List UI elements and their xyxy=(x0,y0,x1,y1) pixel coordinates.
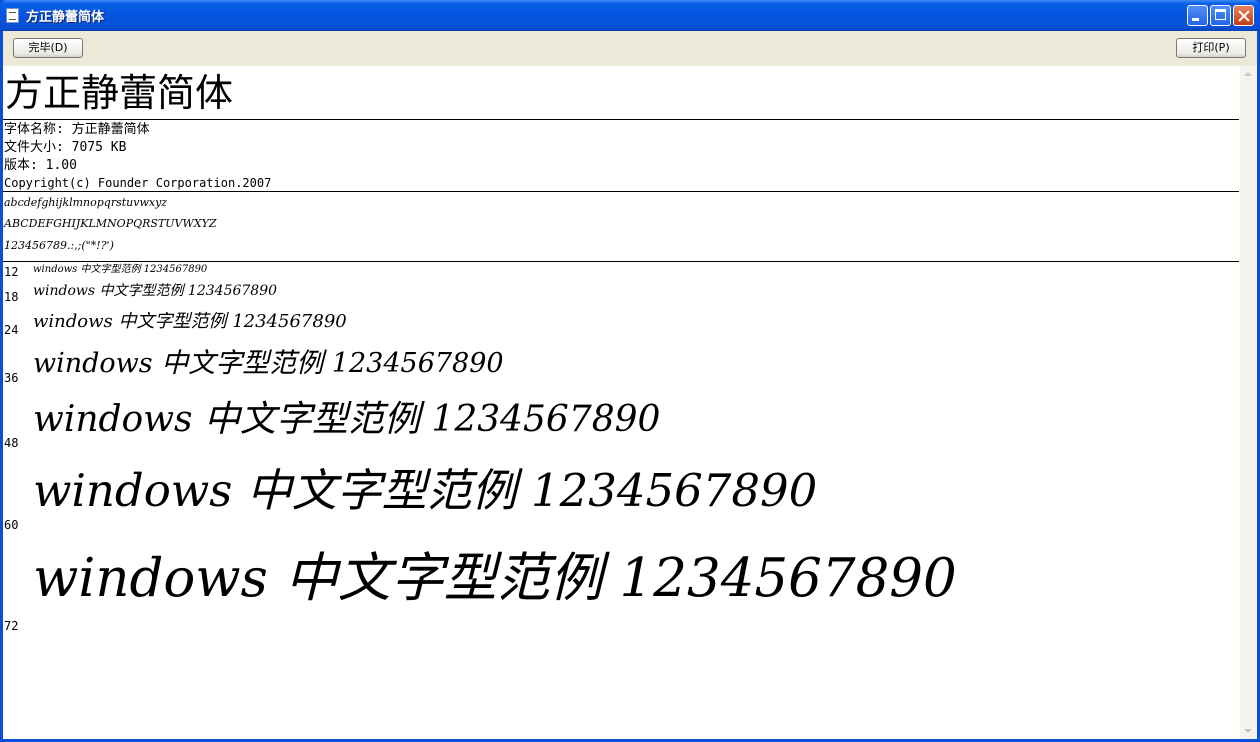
font-file-icon[interactable] xyxy=(6,8,19,23)
font-name-line: 字体名称: 方正静蕾简体 xyxy=(4,122,150,137)
sample-text: windows 中文字型范例 1234567890 xyxy=(33,348,504,379)
font-preview-pane: 方正静蕾简体 字体名称: 方正静蕾简体 文件大小: 7075 KB 版本: 1.… xyxy=(3,66,1240,739)
sample-size-label: 72 xyxy=(4,619,19,633)
font-viewer-window: 方正静蕾简体 完毕(D) 打印(P) 方正静蕾简体 字体名称: 方正静蕾简体 文… xyxy=(0,0,1260,742)
divider xyxy=(3,261,1239,262)
close-button[interactable] xyxy=(1233,5,1254,26)
sample-size-label: 12 xyxy=(4,265,19,279)
charset-digits-symbols: 123456789.:,;("*!?') xyxy=(4,239,114,252)
minimize-button[interactable] xyxy=(1187,5,1208,26)
file-size-line: 文件大小: 7075 KB xyxy=(4,140,127,155)
sample-text: windows 中文字型范例 1234567890 xyxy=(33,283,278,299)
title-bar[interactable]: 方正静蕾简体 xyxy=(0,0,1260,31)
window-title: 方正静蕾简体 xyxy=(26,10,105,25)
sample-size-label: 24 xyxy=(4,323,19,337)
scroll-down-arrow-icon[interactable] xyxy=(1240,722,1257,739)
sample-size-label: 60 xyxy=(4,518,19,532)
maximize-button[interactable] xyxy=(1210,5,1231,26)
sample-size-label: 48 xyxy=(4,436,19,450)
divider xyxy=(3,119,1239,120)
divider xyxy=(3,191,1239,192)
done-button[interactable]: 完毕(D) xyxy=(13,38,83,58)
font-display-name: 方正静蕾简体 xyxy=(5,71,234,115)
version-line: 版本: 1.00 xyxy=(4,158,77,173)
sample-size-label: 18 xyxy=(4,290,19,304)
sample-text: windows 中文字型范例 1234567890 xyxy=(33,264,208,275)
charset-uppercase: ABCDEFGHIJKLMNOPQRSTUVWXYZ xyxy=(4,217,217,230)
charset-lowercase: abcdefghijklmnopqrstuvwxyz xyxy=(4,196,168,209)
sample-size-label: 36 xyxy=(4,371,19,385)
sample-text: windows 中文字型范例 1234567890 xyxy=(33,548,957,609)
vertical-scrollbar[interactable] xyxy=(1240,66,1257,739)
toolbar: 完毕(D) 打印(P) xyxy=(3,31,1257,67)
scroll-up-arrow-icon[interactable] xyxy=(1240,66,1257,83)
sample-text: windows 中文字型范例 1234567890 xyxy=(33,311,347,332)
sample-text: windows 中文字型范例 1234567890 xyxy=(33,399,661,440)
print-button[interactable]: 打印(P) xyxy=(1176,38,1246,58)
sample-text: windows 中文字型范例 1234567890 xyxy=(33,464,818,517)
copyright-line: Copyright(c) Founder Corporation.2007 xyxy=(4,176,272,190)
